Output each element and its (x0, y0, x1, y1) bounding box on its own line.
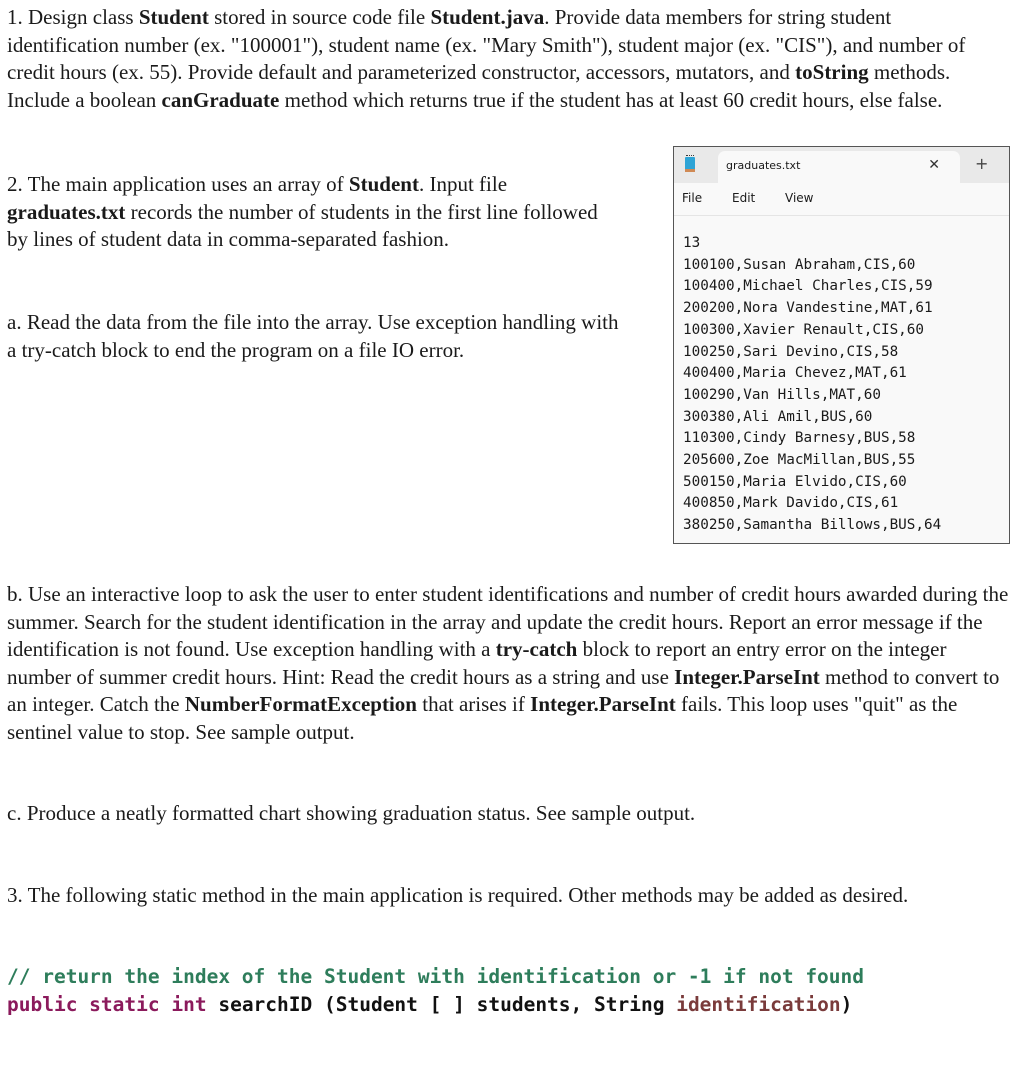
bold-term: Student (348, 172, 419, 196)
section-3-instructions: 3. The following static method in the ma… (7, 882, 1007, 910)
file-line-student-record: 100100,Susan Abraham,CIS,60 (683, 256, 916, 273)
file-line-student-record: 100250,Sari Devino,CIS,58 (683, 343, 899, 360)
code-param-identification: identification (676, 993, 841, 1016)
file-line-student-record: 100290,Van Hills,MAT,60 (683, 386, 881, 403)
section-2a-instructions: a. Read the data from the file into the … (7, 309, 627, 364)
notepad-menubar: File Edit View (674, 183, 1009, 216)
notepad-titlebar: graduates.txt ✕ + (674, 147, 1009, 183)
file-line-student-record: 500150,Maria Elvido,CIS,60 (683, 473, 907, 490)
file-line-student-record: 205600,Zoe MacMillan,BUS,55 (683, 452, 916, 469)
code-modifiers: public static int (7, 993, 207, 1016)
file-line-student-record: 100300,Xavier Renault,CIS,60 (683, 321, 925, 338)
menu-file[interactable]: File (682, 190, 702, 206)
bold-term: Integer.ParseInt (674, 664, 820, 689)
file-line-student-record: 400400,Maria Chevez,MAT,61 (683, 365, 907, 382)
code-comment: // return the index of the Student with … (7, 965, 865, 988)
text-run: c. Produce a neatly formatted chart show… (7, 801, 696, 825)
file-line-student-record: 380250,Samantha Billows,BUS,64 (683, 517, 942, 534)
tab-title: graduates.txt (726, 159, 801, 172)
bold-term: Student (138, 5, 209, 29)
section-1-instructions: 1. Design class Student stored in source… (7, 4, 1007, 114)
file-line-student-record: 110300,Cindy Barnesy,BUS,58 (683, 430, 916, 447)
section-2-instructions: 2. The main application uses an array of… (7, 171, 617, 254)
bold-term: graduates.txt (7, 199, 126, 224)
bold-term: canGraduate (161, 87, 280, 112)
new-tab-plus-icon[interactable]: + (975, 155, 988, 173)
notepad-window: graduates.txt ✕ + File Edit View 13 10010… (673, 146, 1010, 544)
file-line-student-record: 200200,Nora Vandestine,MAT,61 (683, 300, 933, 317)
file-line-student-record: 300380,Ali Amil,BUS,60 (683, 408, 873, 425)
code-method-name-and-params: searchID (Student [ ] students, String (206, 993, 677, 1016)
file-line-student-record: 400850,Mark Davido,CIS,61 (683, 495, 899, 512)
text-run: stored in source code file (208, 5, 431, 29)
text-run: a. Read the data from the file into the … (7, 310, 619, 362)
section-2b-instructions: b. Use an interactive loop to ask the us… (7, 581, 1012, 746)
bold-term: toString (795, 60, 869, 84)
bold-term: Integer.ParseInt (530, 692, 676, 716)
text-run: method which returns true if the student… (279, 87, 943, 112)
text-run: that arises if (417, 692, 531, 716)
code-close-paren: ) (840, 993, 853, 1016)
bold-term: try-catch (495, 637, 578, 661)
text-run: 1. Design class (7, 5, 139, 29)
file-line-count: 13 (683, 235, 701, 251)
text-run: 2. The main application uses an array of (7, 172, 349, 196)
menu-view[interactable]: View (785, 190, 813, 206)
bold-term: NumberFormatException (184, 692, 417, 716)
text-run: 3. The following static method in the ma… (7, 883, 909, 907)
tab-graduates-txt[interactable]: graduates.txt ✕ (718, 151, 960, 183)
code-method-signature: public static int searchID (Student [ ] … (7, 991, 852, 1019)
notepad-text-content[interactable]: 13 100100,Susan Abraham,CIS,60 100400,Mich… (683, 233, 1005, 543)
file-line-student-record: 100400,Michael Charles,CIS,59 (683, 278, 933, 295)
menu-edit[interactable]: Edit (732, 190, 755, 206)
text-run: . Input file (418, 172, 508, 196)
notepad-app-icon (685, 155, 695, 172)
bold-term: Student.java (430, 5, 545, 29)
close-tab-icon[interactable]: ✕ (928, 156, 940, 174)
section-2c-instructions: c. Produce a neatly formatted chart show… (7, 800, 1007, 828)
